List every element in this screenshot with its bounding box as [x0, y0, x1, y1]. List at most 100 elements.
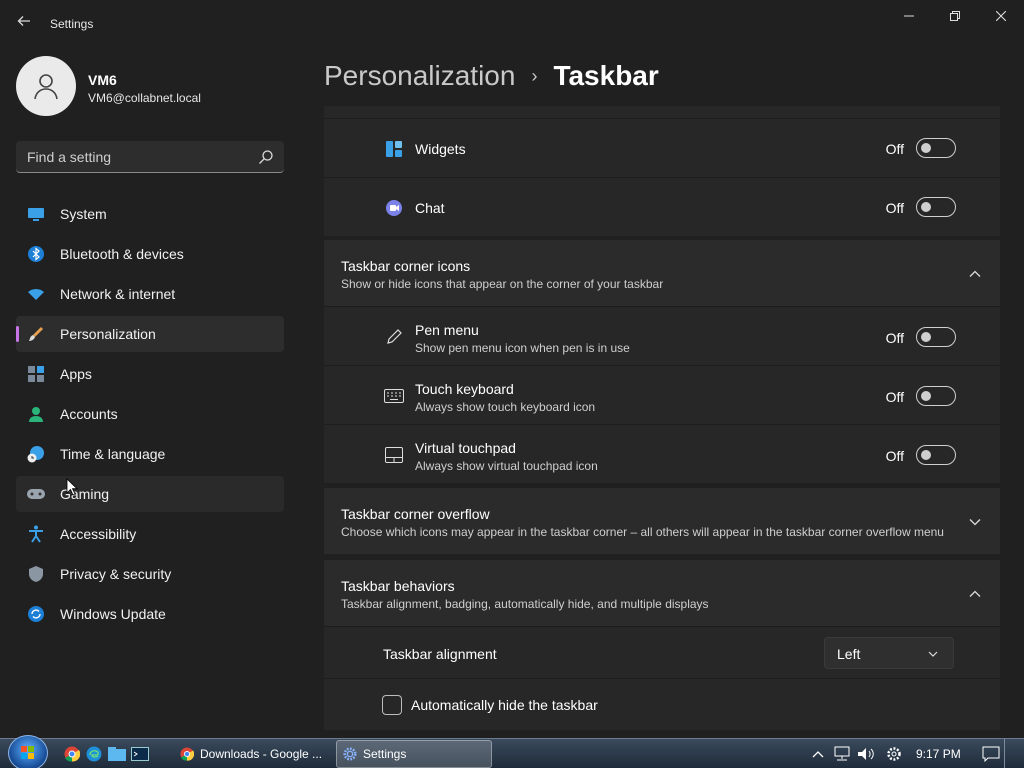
pen-icon: [384, 327, 404, 347]
chat-toggle[interactable]: [916, 197, 956, 217]
sidebar-item-windows-update[interactable]: Windows Update: [16, 596, 284, 632]
sidebar-nav: System Bluetooth & devices Network & int…: [16, 196, 284, 636]
sidebar-item-personalization[interactable]: Personalization: [16, 316, 284, 352]
alignment-row: Taskbar alignment Left: [324, 626, 1000, 678]
close-button[interactable]: [978, 0, 1024, 32]
taskbar-window-downloads[interactable]: Downloads - Google ...: [174, 740, 326, 768]
wifi-icon: [26, 284, 46, 304]
sidebar-item-label: Apps: [60, 366, 92, 382]
corner-overflow-title: Taskbar corner overflow: [341, 506, 490, 522]
chevron-down-icon: [928, 651, 938, 657]
chrome-icon[interactable]: [62, 744, 82, 764]
taskbar-window-settings[interactable]: Settings: [336, 740, 492, 768]
breadcrumb-separator: ›: [531, 65, 538, 86]
restore-button[interactable]: [932, 0, 978, 32]
edge-icon[interactable]: [84, 744, 104, 764]
alignment-value: Left: [837, 646, 861, 662]
chat-icon: [384, 198, 404, 218]
settings-gear-icon: [343, 747, 357, 761]
network-icon[interactable]: [833, 745, 851, 763]
widgets-icon: [384, 139, 404, 159]
sidebar-item-privacy[interactable]: Privacy & security: [16, 556, 284, 592]
widgets-toggle-state: Off: [885, 141, 904, 157]
title-bar: Settings: [0, 0, 1024, 48]
sidebar-item-gaming[interactable]: Gaming: [16, 476, 284, 512]
profile-name: VM6: [88, 72, 117, 88]
sidebar-item-time-language[interactable]: Time & language: [16, 436, 284, 472]
globe-clock-icon: [26, 444, 46, 464]
behaviors-header[interactable]: Taskbar behaviors Taskbar alignment, bad…: [324, 560, 1000, 626]
minimize-icon: [904, 15, 914, 17]
virtual-touchpad-label: Virtual touchpad: [415, 440, 516, 456]
breadcrumb: Personalization › Taskbar: [324, 58, 659, 94]
corner-icons-header[interactable]: Taskbar corner icons Show or hide icons …: [324, 240, 1000, 306]
sidebar-item-label: Network & internet: [60, 286, 176, 302]
alignment-label: Taskbar alignment: [383, 646, 497, 662]
gamepad-icon: [26, 484, 46, 504]
virtual-touchpad-toggle[interactable]: [916, 445, 956, 465]
explorer-icon[interactable]: [107, 744, 127, 764]
pen-menu-row: Pen menu Show pen menu icon when pen is …: [324, 306, 1000, 365]
widgets-label: Widgets: [415, 141, 466, 157]
settings-content[interactable]: Widgets Off Chat Off Taskbar corner icon…: [324, 106, 1000, 734]
app-title: Settings: [50, 17, 94, 31]
sidebar-item-bluetooth[interactable]: Bluetooth & devices: [16, 236, 284, 272]
minimize-button[interactable]: [886, 0, 932, 32]
chat-row: Chat Off: [324, 177, 1000, 236]
pen-menu-toggle[interactable]: [916, 327, 956, 347]
chevron-up-icon[interactable]: [968, 267, 982, 281]
sidebar-item-label: Accounts: [60, 406, 118, 422]
chat-toggle-state: Off: [885, 200, 904, 216]
alignment-dropdown[interactable]: Left: [824, 637, 954, 669]
sidebar-item-network[interactable]: Network & internet: [16, 276, 284, 312]
chevron-down-icon[interactable]: [968, 515, 982, 529]
back-arrow-icon: [17, 16, 30, 26]
sidebar-item-label: Windows Update: [60, 606, 166, 622]
user-profile[interactable]: VM6 VM6@collabnet.local: [16, 56, 296, 118]
card-remnant: [324, 106, 1000, 118]
start-button[interactable]: [8, 735, 48, 768]
touchpad-icon: [384, 445, 404, 465]
toggle-knob: [921, 332, 931, 342]
search-icon[interactable]: [258, 149, 274, 165]
touch-keyboard-toggle[interactable]: [916, 386, 956, 406]
sidebar-item-label: Accessibility: [60, 526, 137, 542]
sidebar-item-accessibility[interactable]: Accessibility: [16, 516, 284, 552]
profile-email: VM6@collabnet.local: [88, 91, 201, 105]
mouse-cursor-icon: [66, 478, 78, 496]
sidebar-item-label: Personalization: [60, 326, 156, 342]
sidebar-item-label: Privacy & security: [60, 566, 172, 582]
terminal-icon[interactable]: [130, 744, 150, 764]
back-button[interactable]: [10, 12, 38, 36]
clock[interactable]: 9:17 PM: [916, 747, 961, 761]
notification-icon[interactable]: [982, 745, 1000, 763]
pen-menu-toggle-state: Off: [885, 330, 904, 346]
keyboard-icon: [384, 386, 404, 406]
os-taskbar: Downloads - Google ... Settings 9:17 PM: [0, 735, 1024, 768]
breadcrumb-parent[interactable]: Personalization: [324, 60, 515, 92]
sidebar-item-system[interactable]: System: [16, 196, 284, 232]
autohide-checkbox[interactable]: [382, 695, 402, 715]
corner-icons-title: Taskbar corner icons: [341, 258, 471, 274]
pen-menu-desc: Show pen menu icon when pen is in use: [415, 341, 630, 355]
corner-overflow-header[interactable]: Taskbar corner overflow Choose which ico…: [324, 488, 1000, 554]
toggle-knob: [921, 450, 931, 460]
pen-menu-label: Pen menu: [415, 322, 479, 338]
chevron-up-icon[interactable]: [809, 745, 827, 763]
gear-icon[interactable]: [885, 745, 903, 763]
accessibility-icon: [26, 524, 46, 544]
widgets-toggle[interactable]: [916, 138, 956, 158]
toggle-knob: [921, 391, 931, 401]
avatar: [16, 56, 76, 116]
sidebar-item-accounts[interactable]: Accounts: [16, 396, 284, 432]
sidebar-item-apps[interactable]: Apps: [16, 356, 284, 392]
touch-keyboard-desc: Always show touch keyboard icon: [415, 400, 596, 414]
search-input[interactable]: Find a setting: [16, 141, 284, 173]
page-title: Taskbar: [553, 60, 659, 91]
chevron-up-icon[interactable]: [968, 587, 982, 601]
show-desktop-button[interactable]: [1004, 739, 1024, 768]
search-placeholder: Find a setting: [27, 149, 112, 165]
behaviors-subtitle: Taskbar alignment, badging, automaticall…: [341, 597, 709, 611]
virtual-touchpad-desc: Always show virtual touchpad icon: [415, 459, 598, 473]
volume-icon[interactable]: [857, 745, 875, 763]
